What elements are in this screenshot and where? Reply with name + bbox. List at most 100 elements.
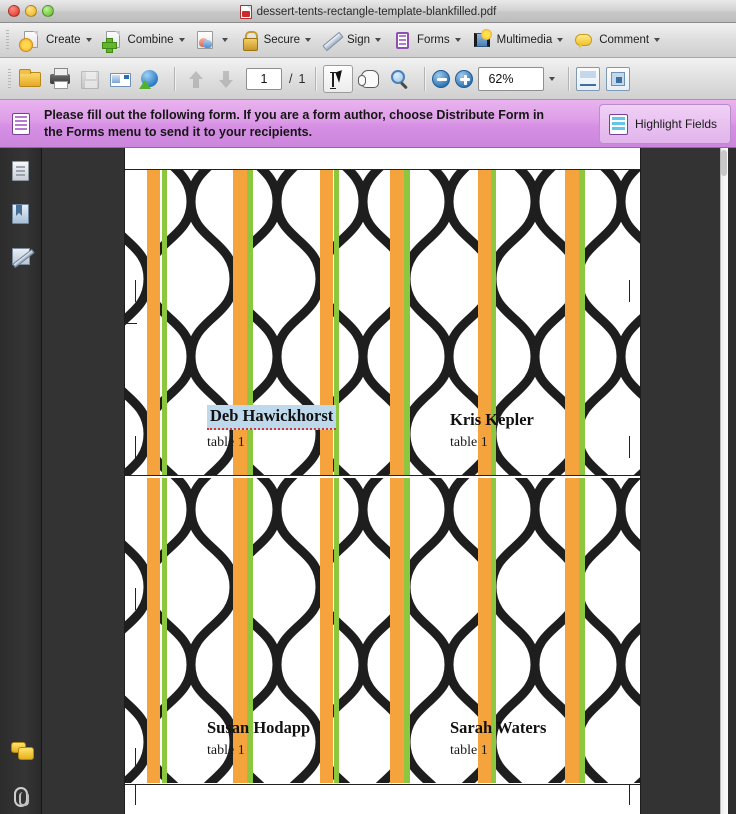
window-controls[interactable] (8, 5, 54, 17)
chevron-down-icon[interactable] (454, 38, 461, 42)
sidebar-item-attachments[interactable] (10, 786, 32, 808)
toolbar-divider-4 (568, 66, 570, 91)
page-separator: / (289, 71, 293, 86)
chevron-down-icon[interactable] (654, 38, 661, 42)
crop-mark (135, 588, 136, 610)
fit-page-icon[interactable] (606, 66, 631, 91)
forms-label: Forms (417, 34, 450, 46)
form-document-icon (12, 112, 30, 135)
zoom-dropdown-chevron-icon[interactable] (549, 76, 556, 81)
hand-icon[interactable] (357, 66, 383, 92)
combine-label: Combine (127, 34, 174, 46)
window-title-group: dessert-tents-rectangle-template-blankfi… (0, 0, 736, 23)
card-top-names: Deb Hawickhorst table 1 Kris Kepler tabl… (125, 365, 640, 475)
create-document-icon (20, 30, 42, 51)
sidebar-item-signatures[interactable] (10, 246, 32, 268)
title-bar: dessert-tents-rectangle-template-blankfi… (0, 0, 736, 23)
navigation-sidebar (0, 148, 42, 814)
toolbar-grip[interactable] (6, 30, 9, 50)
chevron-down-icon[interactable] (85, 38, 92, 42)
zoom-level-input[interactable]: 62% (478, 66, 545, 91)
save-disk-icon[interactable] (77, 66, 103, 92)
text-select-cursor-icon[interactable] (323, 64, 354, 93)
collaborate-icon (195, 30, 217, 51)
guest-entry[interactable]: Susan Hodapp table 1 (207, 718, 310, 759)
chevron-down-icon[interactable] (305, 38, 311, 42)
combine-button[interactable]: Combine (97, 28, 190, 53)
combine-documents-icon (101, 30, 124, 53)
secure-button[interactable]: Secure (233, 28, 316, 53)
page-total: 1 (298, 71, 306, 86)
secure-label: Secure (263, 34, 300, 46)
card-boundary-line (125, 784, 640, 785)
fit-width-icon[interactable] (576, 66, 601, 91)
chevron-down-icon[interactable] (178, 38, 185, 42)
comment-icon (573, 30, 595, 51)
zoom-in-icon[interactable] (455, 69, 474, 88)
guest-table-value[interactable]: table 1 (207, 743, 310, 759)
globe-upload-icon[interactable] (137, 66, 163, 92)
forms-button[interactable]: Forms (386, 28, 466, 53)
form-notification-message: Please fill out the following form. If y… (44, 107, 545, 139)
guest-entry[interactable]: Kris Kepler table 1 (450, 410, 534, 451)
zoom-out-icon[interactable] (432, 69, 451, 88)
crop-mark (629, 436, 630, 458)
sidebar-item-comments[interactable] (10, 738, 34, 760)
nav-toolbar-grip[interactable] (8, 68, 11, 89)
magnifier-icon[interactable] (387, 66, 413, 92)
guest-name-value[interactable]: Deb Hawickhorst (207, 405, 337, 430)
chevron-down-icon[interactable] (375, 38, 382, 42)
folder-open-icon[interactable] (17, 66, 43, 92)
pdf-page[interactable]: Deb Hawickhorst table 1 Kris Kepler tabl… (125, 148, 640, 814)
guest-table-value[interactable]: table 1 (450, 743, 546, 759)
page-number-input[interactable]: 1 (246, 67, 282, 90)
multimedia-icon (471, 28, 493, 51)
guest-table-value[interactable]: table 1 (207, 435, 336, 451)
toolbar-divider (174, 66, 175, 91)
create-button[interactable]: Create (15, 28, 97, 53)
highlight-fields-label: Highlight Fields (635, 117, 718, 131)
email-icon[interactable] (107, 66, 133, 92)
sign-button[interactable]: Sign (316, 28, 386, 53)
multimedia-label: Multimedia (496, 34, 553, 46)
multimedia-button[interactable]: Multimedia (466, 28, 569, 53)
forms-icon (391, 30, 413, 51)
main-toolbar: Create Combine Secure Sign Forms Multime… (0, 23, 736, 58)
crop-mark (135, 785, 136, 805)
tent-card-top[interactable]: Deb Hawickhorst table 1 Kris Kepler tabl… (125, 170, 640, 475)
crop-mark (135, 436, 136, 458)
crop-mark (125, 323, 137, 324)
tent-card-bottom[interactable]: Susan Hodapp table 1 Sarah Waters table … (125, 478, 640, 783)
scrollbar-thumb[interactable] (721, 150, 727, 176)
guest-entry[interactable]: Deb Hawickhorst table 1 (207, 405, 337, 451)
guest-entry[interactable]: Sarah Waters table 1 (450, 718, 546, 759)
guest-name-value[interactable]: Sarah Waters (450, 718, 546, 738)
guest-name-field[interactable]: Deb Hawickhorst (207, 405, 337, 430)
arrow-down-icon[interactable] (212, 66, 238, 92)
arrow-up-icon[interactable] (182, 66, 208, 92)
minimize-window-button[interactable] (25, 5, 37, 17)
pen-icon (321, 30, 343, 51)
printer-icon[interactable] (47, 66, 73, 92)
sidebar-item-bookmarks[interactable] (10, 203, 32, 225)
chevron-down-icon[interactable] (221, 38, 228, 42)
guest-name-value[interactable]: Kris Kepler (450, 410, 534, 430)
sidebar-item-page-thumbnails[interactable] (10, 160, 32, 182)
comment-label: Comment (599, 34, 650, 46)
chevron-down-icon[interactable] (557, 38, 564, 42)
comment-button[interactable]: Comment (568, 28, 665, 53)
toolbar-divider-3 (424, 66, 426, 91)
form-notification-bar: Please fill out the following form. If y… (0, 100, 736, 148)
close-window-button[interactable] (8, 5, 20, 17)
zoom-window-button[interactable] (42, 5, 54, 17)
vertical-scrollbar[interactable] (720, 148, 728, 814)
window-title: dessert-tents-rectangle-template-blankfi… (256, 5, 497, 18)
document-viewer[interactable]: Deb Hawickhorst table 1 Kris Kepler tabl… (42, 148, 728, 814)
guest-table-value[interactable]: table 1 (450, 435, 534, 451)
collaborate-button[interactable] (190, 28, 233, 53)
crop-mark (135, 280, 136, 302)
card-boundary-line (125, 475, 640, 476)
card-boundary-line (125, 169, 640, 170)
highlight-fields-button[interactable]: Highlight Fields (599, 104, 731, 144)
guest-name-value[interactable]: Susan Hodapp (207, 718, 310, 738)
